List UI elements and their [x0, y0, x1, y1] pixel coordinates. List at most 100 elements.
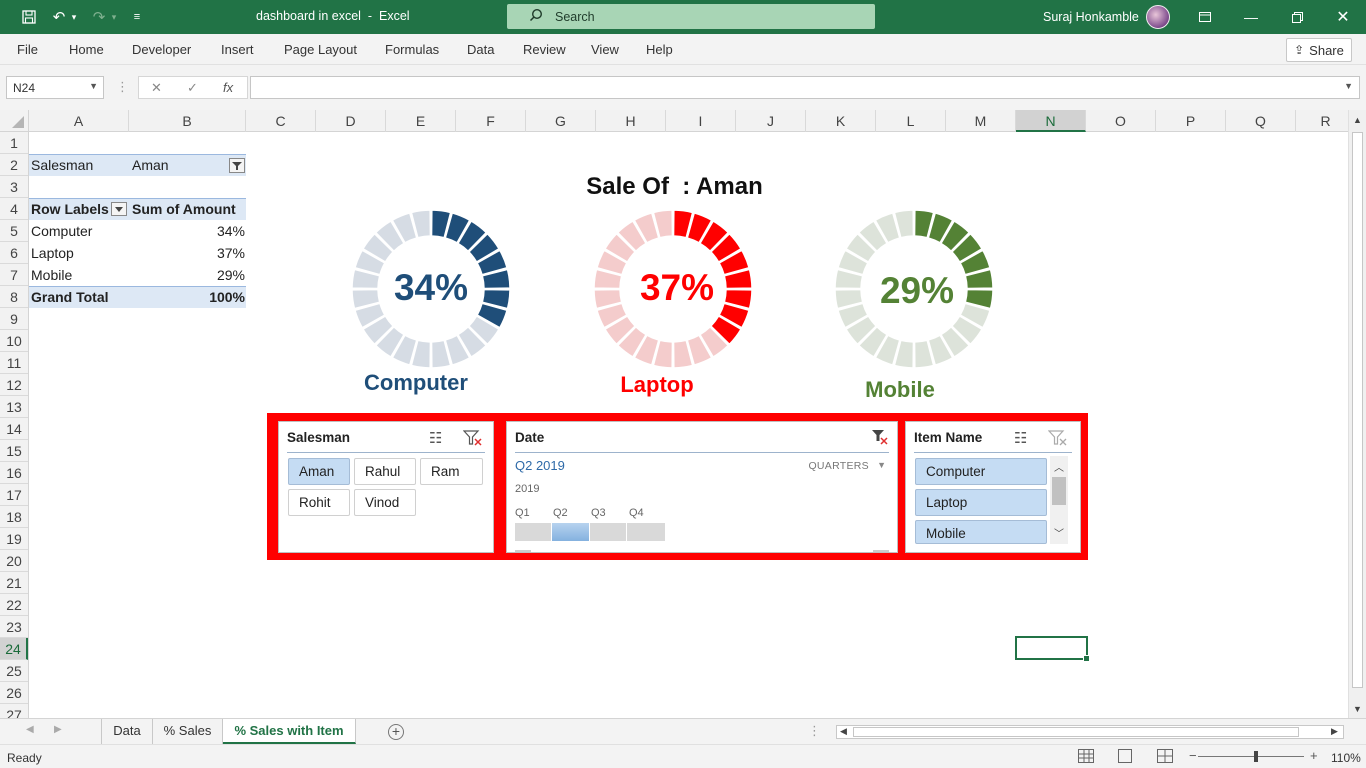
menu-formulas[interactable]: Formulas	[385, 42, 439, 57]
menu-help[interactable]: Help	[646, 42, 673, 57]
timeline-q2-bar[interactable]	[552, 523, 589, 541]
row-header-14[interactable]: 14	[0, 418, 28, 440]
row-header-20[interactable]: 20	[0, 550, 28, 572]
menu-page-layout[interactable]: Page Layout	[284, 42, 357, 57]
row-header-18[interactable]: 18	[0, 506, 28, 528]
enter-icon[interactable]: ✓	[187, 80, 198, 96]
undo-icon[interactable]: ↶	[48, 6, 70, 28]
menu-insert[interactable]: Insert	[221, 42, 254, 57]
pivot-row-label[interactable]: Mobile	[31, 264, 72, 286]
prev-sheet-icon[interactable]: ◀	[26, 724, 34, 735]
insert-function-icon[interactable]: fx	[223, 80, 233, 95]
chevron-up-icon[interactable]: ︿	[1054, 459, 1064, 474]
column-header-a[interactable]: A	[29, 110, 129, 132]
expand-formula-icon[interactable]: ▼	[1344, 81, 1353, 91]
zoom-level[interactable]: 110%	[1331, 751, 1361, 765]
timeline-level[interactable]: QUARTERS	[808, 460, 869, 472]
slicer-item-laptop[interactable]: Laptop	[915, 489, 1047, 516]
row-header-27[interactable]: 27	[0, 704, 28, 718]
column-header-p[interactable]: P	[1156, 110, 1226, 132]
clear-filter-icon[interactable]	[1047, 429, 1068, 451]
chevron-down-icon[interactable]: ▼	[89, 81, 98, 91]
scrollbar-thumb[interactable]	[1352, 132, 1363, 688]
menu-developer[interactable]: Developer	[132, 42, 191, 57]
share-button[interactable]: ⇪ Share	[1286, 38, 1352, 62]
column-header-r[interactable]: R	[1296, 110, 1356, 132]
active-cell[interactable]	[1015, 636, 1090, 662]
timeline-q1-bar[interactable]	[515, 523, 551, 541]
undo-dropdown-icon[interactable]: ▾	[68, 6, 80, 28]
chevron-down-icon[interactable]: ﹀	[1054, 525, 1064, 540]
close-icon[interactable]: ✕	[1320, 0, 1366, 34]
scroll-down-icon[interactable]: ▼	[1353, 704, 1362, 714]
user-name[interactable]: Suraj Honkamble	[1043, 10, 1139, 24]
select-all-button[interactable]	[0, 110, 29, 132]
column-header-c[interactable]: C	[246, 110, 316, 132]
zoom-out-icon[interactable]: −	[1189, 748, 1197, 763]
row-header-15[interactable]: 15	[0, 440, 28, 462]
multi-select-icon[interactable]: ☷	[1014, 429, 1027, 447]
row-header-8[interactable]: 8	[0, 286, 28, 308]
minimize-icon[interactable]: —	[1228, 0, 1274, 34]
column-header-b[interactable]: B	[129, 110, 246, 132]
row-header-24[interactable]: 24	[0, 638, 28, 660]
vertical-scrollbar[interactable]: ▲ ▼	[1348, 110, 1366, 718]
timeline-q4-bar[interactable]	[627, 523, 665, 541]
normal-view-icon[interactable]	[1078, 749, 1094, 763]
horizontal-scrollbar[interactable]: ◀ ▶	[836, 725, 1344, 739]
timeline-scrollbar-end[interactable]	[873, 550, 889, 552]
row-header-6[interactable]: 6	[0, 242, 28, 264]
tab-percent-sales-with-item[interactable]: % Sales with Item	[223, 719, 356, 744]
row-header-25[interactable]: 25	[0, 660, 28, 682]
row-header-13[interactable]: 13	[0, 396, 28, 418]
column-header-f[interactable]: F	[456, 110, 526, 132]
row-header-11[interactable]: 11	[0, 352, 28, 374]
worksheet-grid[interactable]: ABCDEFGHIJKLMNOPQR 1 2 3 4 5 6 7 8 9 10 11 12 13 14 15…	[0, 110, 1366, 718]
scroll-right-icon[interactable]: ▶	[1331, 726, 1338, 737]
column-header-j[interactable]: J	[736, 110, 806, 132]
menu-file[interactable]: File	[17, 42, 38, 57]
row-header-3[interactable]: 3	[0, 176, 28, 198]
row-header-26[interactable]: 26	[0, 682, 28, 704]
chevron-down-icon[interactable]: ▼	[877, 460, 886, 470]
timeline-scrollbar[interactable]	[515, 550, 531, 552]
menu-view[interactable]: View	[591, 42, 619, 57]
row-header-22[interactable]: 22	[0, 594, 28, 616]
clear-filter-icon[interactable]	[871, 429, 889, 450]
row-header-2[interactable]: 2	[0, 154, 28, 176]
slicer-item-ram[interactable]: Ram	[420, 458, 483, 485]
row-header-5[interactable]: 5	[0, 220, 28, 242]
ribbon-display-icon[interactable]	[1182, 0, 1228, 34]
row-header-7[interactable]: 7	[0, 264, 28, 286]
scroll-left-icon[interactable]: ◀	[840, 726, 847, 737]
row-header-12[interactable]: 12	[0, 374, 28, 396]
row-header-23[interactable]: 23	[0, 616, 28, 638]
customize-qat-icon[interactable]: ≡	[126, 6, 148, 28]
pivot-row-label[interactable]: Computer	[31, 220, 92, 242]
row-header-16[interactable]: 16	[0, 462, 28, 484]
name-box[interactable]: N24 ▼	[6, 76, 104, 99]
row-header-9[interactable]: 9	[0, 308, 28, 330]
column-header-h[interactable]: H	[596, 110, 666, 132]
page-layout-view-icon[interactable]	[1118, 749, 1132, 763]
search-box[interactable]: Search	[507, 4, 875, 29]
scroll-up-icon[interactable]: ▲	[1353, 115, 1362, 125]
row-header-19[interactable]: 19	[0, 528, 28, 550]
zoom-slider[interactable]	[1198, 756, 1304, 757]
column-header-n[interactable]: N	[1016, 110, 1086, 132]
slicer-item-rohit[interactable]: Rohit	[288, 489, 350, 516]
zoom-in-icon[interactable]: +	[1310, 748, 1318, 763]
slicer-item-vinod[interactable]: Vinod	[354, 489, 416, 516]
column-header-k[interactable]: K	[806, 110, 876, 132]
avatar[interactable]	[1146, 5, 1170, 29]
row-header-10[interactable]: 10	[0, 330, 28, 352]
scrollbar-thumb[interactable]	[1052, 477, 1066, 505]
scrollbar-thumb[interactable]	[853, 727, 1299, 737]
row-header-4[interactable]: 4	[0, 198, 28, 220]
row-header-17[interactable]: 17	[0, 484, 28, 506]
menu-review[interactable]: Review	[523, 42, 566, 57]
slicer-item-aman[interactable]: Aman	[288, 458, 350, 485]
column-header-d[interactable]: D	[316, 110, 386, 132]
save-icon[interactable]	[18, 6, 40, 28]
column-header-g[interactable]: G	[526, 110, 596, 132]
